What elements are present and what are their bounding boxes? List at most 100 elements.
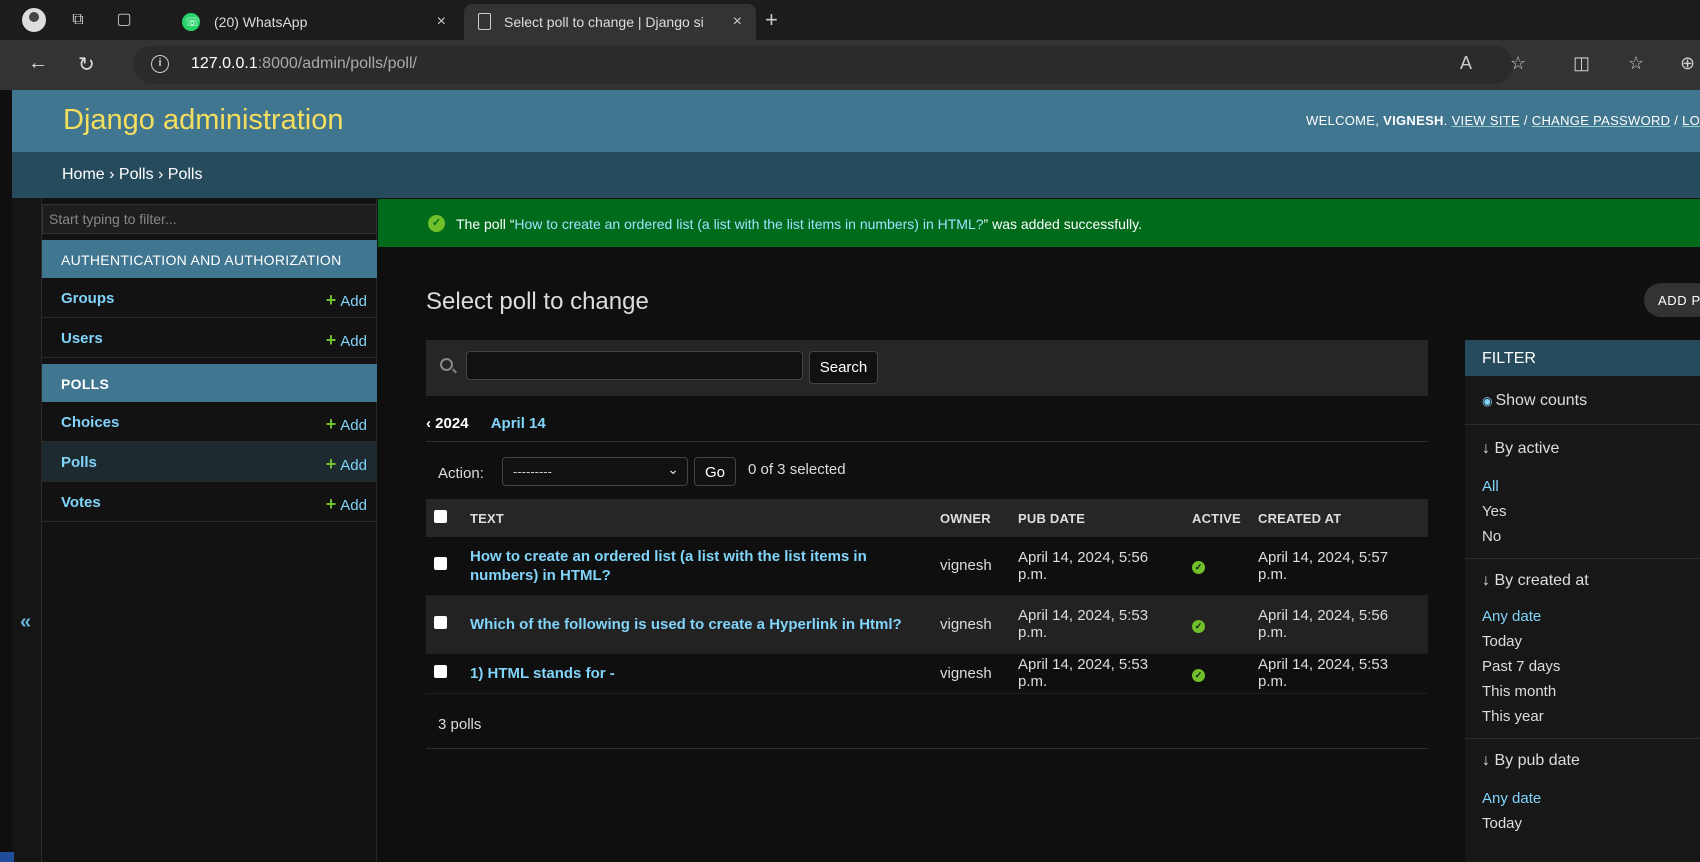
tab-whatsapp[interactable]: (20) WhatsApp ×: [170, 4, 460, 40]
site-brand[interactable]: Django administration: [63, 104, 343, 137]
column-header-pub-date[interactable]: PUB DATE: [1010, 499, 1184, 537]
model-link[interactable]: Groups: [61, 290, 114, 307]
filter-option[interactable]: This month: [1482, 683, 1556, 700]
table-row: How to create an ordered list (a list wi…: [426, 537, 1428, 596]
page-title: Select poll to change: [426, 288, 649, 315]
filter-heading-active[interactable]: ↓ By active: [1482, 440, 1559, 458]
view-site-link[interactable]: VIEW SITE: [1452, 113, 1520, 128]
show-counts-link[interactable]: ◉ Show counts: [1482, 392, 1587, 410]
row-checkbox[interactable]: [434, 664, 447, 678]
column-header-active[interactable]: ACTIVE: [1184, 499, 1250, 537]
add-poll-button[interactable]: ADD POLL: [1644, 283, 1700, 317]
active-cell: ✓: [1184, 595, 1250, 654]
poll-link[interactable]: How to create an ordered list (a list wi…: [470, 548, 867, 584]
date-back-link[interactable]: ‹ 2024: [426, 415, 469, 432]
filter-option[interactable]: Yes: [1482, 503, 1506, 520]
column-header-created-at[interactable]: CREATED AT: [1250, 499, 1428, 537]
paginator: 3 polls: [438, 716, 482, 733]
new-tab-button[interactable]: +: [765, 7, 778, 33]
add-link[interactable]: + Add: [326, 454, 367, 475]
split-screen-icon[interactable]: ◫: [1573, 53, 1590, 74]
row-checkbox-cell: [426, 537, 462, 596]
add-link[interactable]: + Add: [326, 494, 367, 515]
sidebar-item-choices[interactable]: Choices + Add: [42, 402, 377, 442]
sidebar-item-groups[interactable]: Groups + Add: [42, 278, 377, 318]
filter-title: FILTER: [1465, 340, 1700, 376]
table-header-row: TEXT OWNER PUB DATE ACTIVE CREATED AT: [426, 499, 1428, 537]
select-all-checkbox[interactable]: [426, 499, 462, 537]
search-button[interactable]: Search: [809, 351, 878, 384]
search-icon: [440, 358, 453, 371]
breadcrumb-text[interactable]: Home › Polls › Polls: [62, 166, 202, 184]
profile-icon[interactable]: [22, 8, 46, 32]
poll-link[interactable]: Which of the following is used to create…: [470, 616, 902, 633]
action-select[interactable]: --------- ⌄: [502, 457, 688, 486]
model-link[interactable]: Polls: [61, 454, 97, 471]
filter-option[interactable]: Any date: [1482, 790, 1541, 807]
filter-option[interactable]: Past 7 days: [1482, 658, 1560, 675]
add-icon: +: [325, 454, 337, 474]
read-aloud-icon[interactable]: A: [1460, 53, 1472, 74]
back-icon[interactable]: ←: [28, 52, 48, 75]
model-link[interactable]: Votes: [61, 494, 101, 511]
model-link[interactable]: Users: [61, 330, 103, 347]
filter-option[interactable]: All: [1482, 478, 1499, 495]
omnibox[interactable]: i 127.0.0.1:8000/admin/polls/poll/: [133, 46, 1513, 84]
check-yes-icon: ✓: [1192, 561, 1205, 575]
url-path: :8000/admin/polls/poll/: [257, 55, 417, 72]
collections-icon[interactable]: ⊕: [1680, 53, 1695, 74]
add-icon: +: [325, 414, 337, 434]
sidebar-item-polls[interactable]: Polls + Add: [42, 442, 377, 482]
column-header-owner[interactable]: OWNER: [932, 499, 1010, 537]
add-link[interactable]: + Add: [326, 330, 367, 351]
favorite-star-icon[interactable]: ☆: [1510, 53, 1526, 74]
workspaces-icon[interactable]: ⧉: [68, 10, 88, 30]
nav-filter-input[interactable]: Start typing to filter...: [42, 204, 377, 234]
add-link[interactable]: + Add: [326, 414, 367, 435]
filter-option[interactable]: Today: [1482, 815, 1522, 832]
module-caption-auth[interactable]: AUTHENTICATION AND AUTHORIZATION: [42, 240, 377, 278]
poll-link[interactable]: How to create an ordered list (a list wi…: [514, 216, 983, 232]
message-text: The poll “How to create an ordered list …: [456, 216, 1143, 232]
row-checkbox[interactable]: [434, 557, 447, 571]
filter-heading-created-at[interactable]: ↓ By created at: [1482, 572, 1589, 590]
poll-link[interactable]: 1) HTML stands for -: [470, 665, 615, 682]
text-cell: 1) HTML stands for -: [462, 653, 932, 694]
close-tab-icon[interactable]: ×: [437, 4, 446, 40]
owner-cell: vignesh: [932, 537, 1010, 596]
site-info-icon[interactable]: i: [151, 55, 169, 73]
date-hierarchy: ‹ 2024 April 14: [426, 415, 546, 432]
url-text[interactable]: 127.0.0.1:8000/admin/polls/poll/: [191, 55, 417, 73]
row-checkbox-cell: [426, 595, 462, 654]
model-link[interactable]: Choices: [61, 414, 119, 431]
checkbox[interactable]: [434, 510, 447, 523]
taskbar-edge: [0, 852, 14, 862]
search-input[interactable]: [466, 351, 803, 380]
user-tools: WELCOME, VIGNESH. VIEW SITE / CHANGE PAS…: [1306, 113, 1700, 128]
row-checkbox[interactable]: [434, 615, 447, 629]
change-password-link[interactable]: CHANGE PASSWORD: [1532, 113, 1671, 128]
column-header-text[interactable]: TEXT: [462, 499, 932, 537]
created-at-cell: April 14, 2024, 5:57 p.m.: [1250, 537, 1428, 596]
go-button[interactable]: Go: [694, 457, 736, 486]
add-link[interactable]: + Add: [326, 290, 367, 311]
filter-option[interactable]: Any date: [1482, 608, 1541, 625]
sidebar-item-votes[interactable]: Votes + Add: [42, 482, 377, 522]
sidebar-item-users[interactable]: Users + Add: [42, 318, 377, 358]
filter-option[interactable]: No: [1482, 528, 1501, 545]
filter-option[interactable]: Today: [1482, 633, 1522, 650]
date-current-link[interactable]: April 14: [491, 415, 546, 432]
success-icon: ✓: [428, 215, 445, 232]
tab-django-admin[interactable]: Select poll to change | Django site admi…: [464, 4, 756, 40]
sidebar-collapse-toggle[interactable]: «: [20, 611, 31, 634]
results-table: TEXT OWNER PUB DATE ACTIVE CREATED AT Ho…: [426, 499, 1428, 694]
logout-link[interactable]: LOG OUT: [1682, 113, 1700, 128]
tab-actions-icon[interactable]: ▢: [114, 10, 134, 30]
filter-option[interactable]: This year: [1482, 708, 1544, 725]
filter-heading-pub-date[interactable]: ↓ By pub date: [1482, 752, 1580, 770]
module-caption-polls[interactable]: POLLS: [42, 364, 377, 402]
favorites-icon[interactable]: ☆: [1628, 53, 1644, 74]
close-tab-icon[interactable]: ×: [733, 4, 742, 40]
divider: [426, 748, 1428, 749]
refresh-icon[interactable]: ↻: [78, 52, 95, 77]
